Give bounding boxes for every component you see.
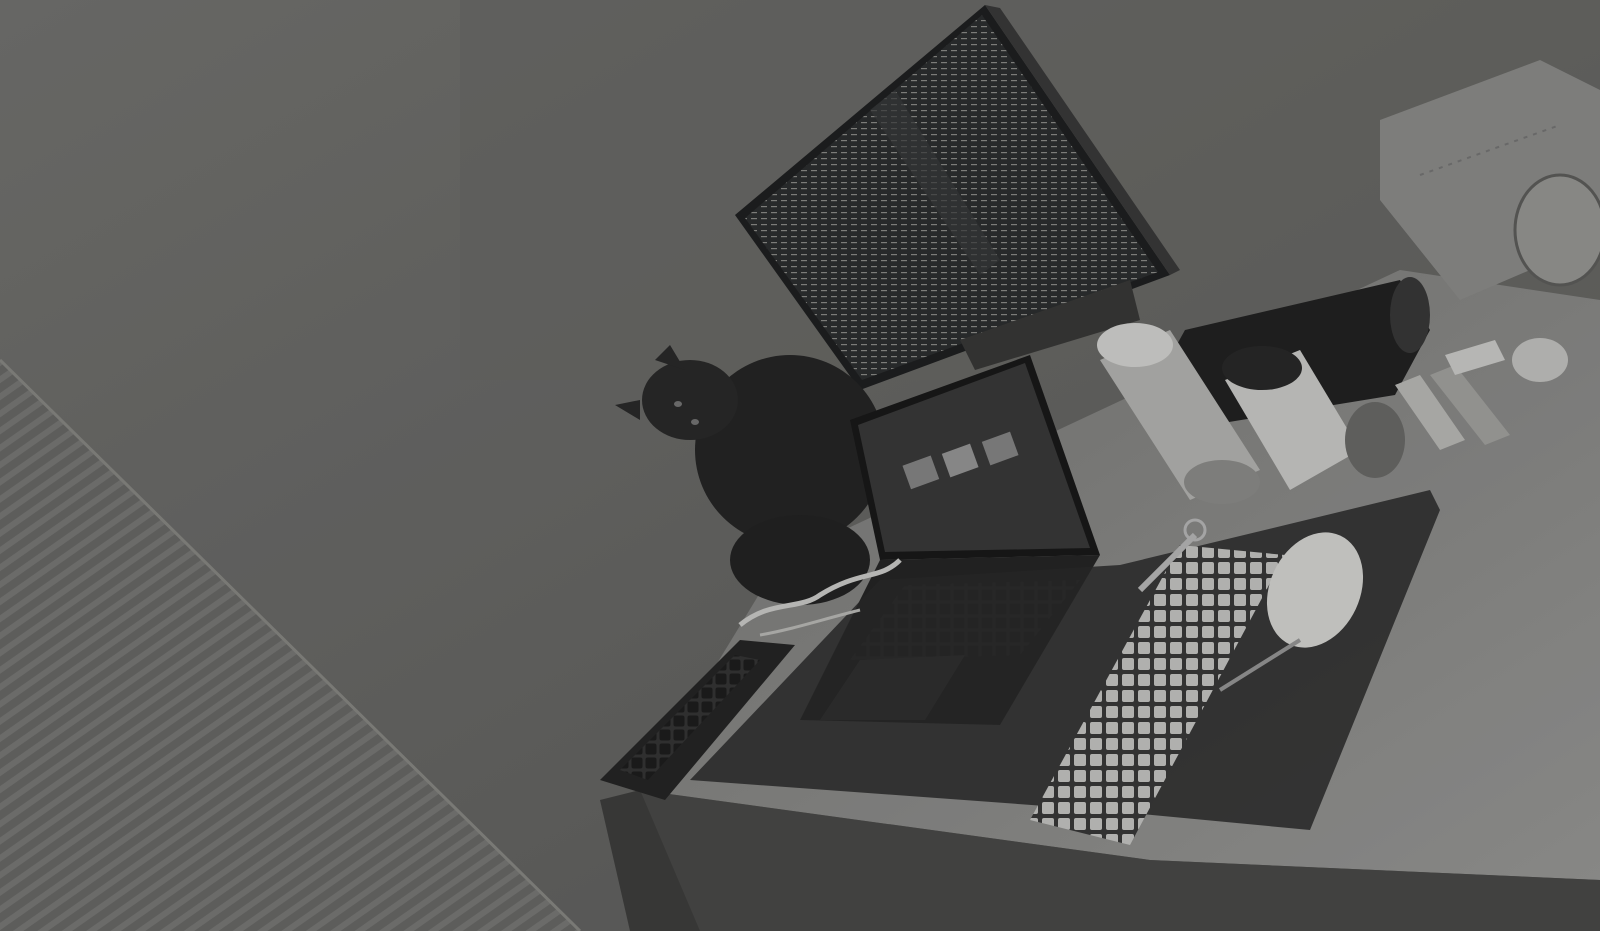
photo-scene <box>0 0 1600 931</box>
desk-photo <box>0 0 1600 931</box>
